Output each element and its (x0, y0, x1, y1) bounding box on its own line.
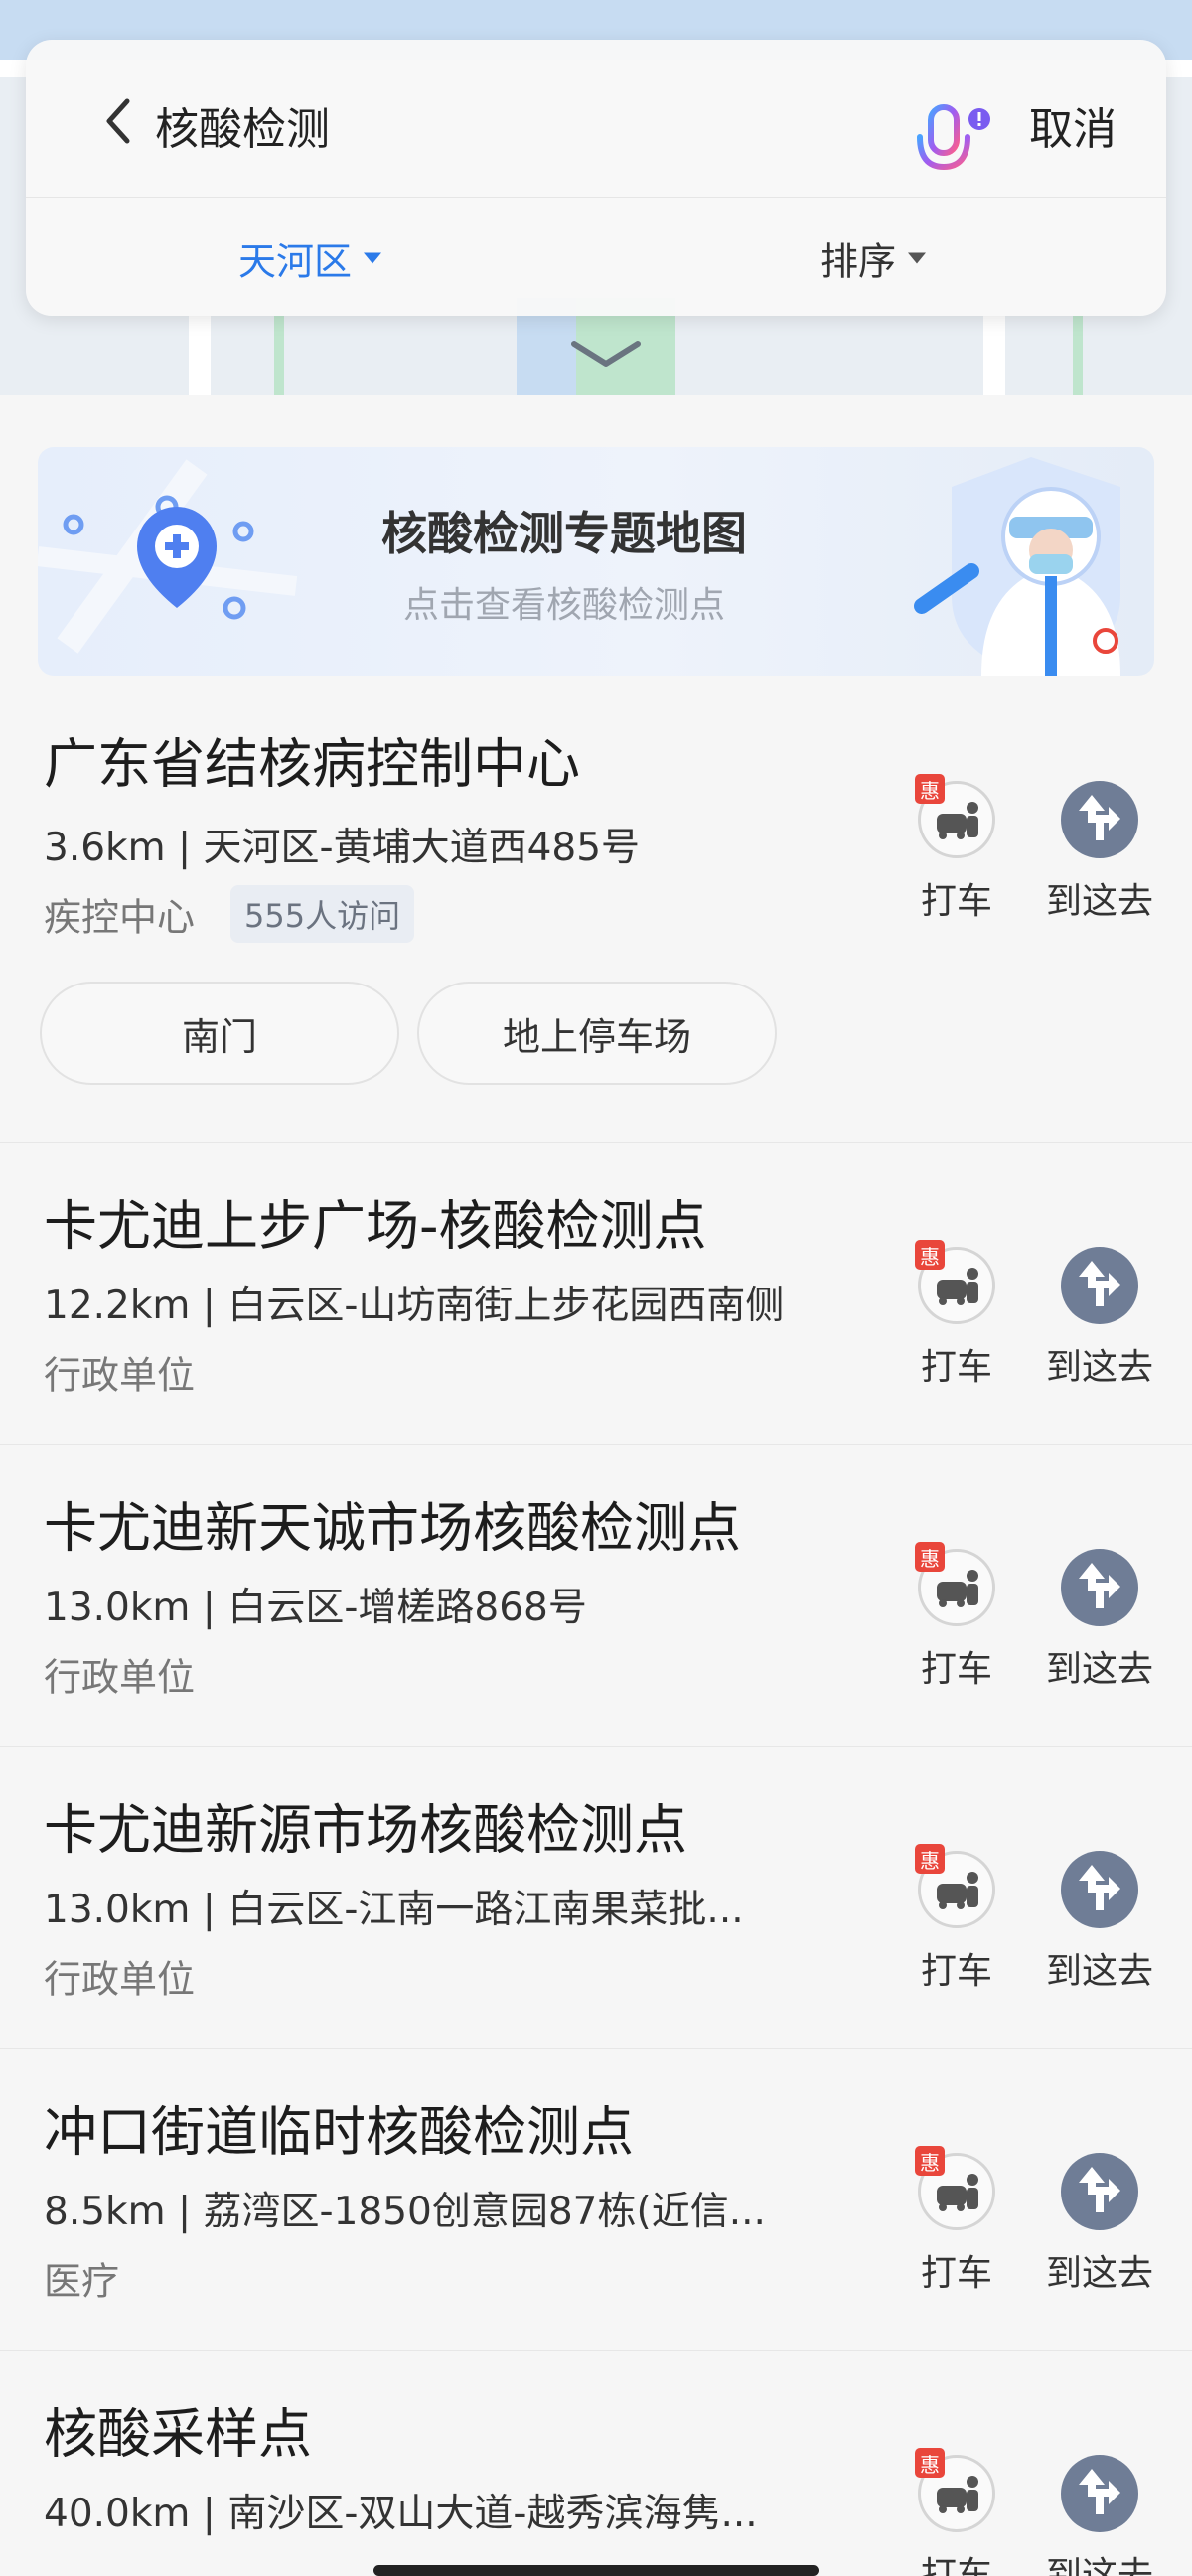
poi-name: 冲口街道临时核酸检测点 (44, 2100, 634, 2164)
navigate-button[interactable]: 到这去 (1045, 2153, 1154, 2296)
results-panel: 核酸检测专题地图 点击查看核酸检测点 广东省结核病控制中心 3.6km | 天河… (0, 395, 1192, 2576)
medical-worker-illustration-icon (914, 457, 1120, 676)
poi-category: 疾控中心 (44, 895, 196, 940)
poi-category: 行政单位 (44, 1353, 196, 1398)
collapse-handle-icon[interactable] (566, 334, 646, 374)
divider (26, 197, 1166, 198)
poi-category: 医疗 (44, 2259, 120, 2304)
home-indicator[interactable] (373, 2565, 819, 2576)
taxi-label: 打车 (920, 1347, 992, 1388)
map-illustration-icon (38, 459, 298, 654)
taxi-icon: 惠 (915, 1240, 995, 1324)
navigate-label: 到这去 (1045, 1649, 1153, 1690)
route-arrow-icon (1061, 2153, 1138, 2230)
poi-name: 卡尤迪新源市场核酸检测点 (44, 1798, 687, 1862)
gate-south-button[interactable]: 南门 (40, 982, 399, 1085)
taxi-label: 打车 (920, 881, 992, 922)
visits-badge: 555人访问 (230, 885, 415, 943)
taxi-icon: 惠 (915, 1844, 995, 1928)
poi-name: 核酸采样点 (44, 2402, 312, 2466)
list-item[interactable]: 卡尤迪新天诚市场核酸检测点 13.0km | 白云区-增槎路868号 行政单位 … (0, 1445, 1192, 1747)
chevron-left-icon (106, 98, 130, 144)
poi-name: 卡尤迪上步广场-核酸检测点 (44, 1194, 707, 1258)
route-arrow-icon (1061, 1851, 1138, 1928)
voice-search-button[interactable] (890, 77, 999, 187)
poi-category: 行政单位 (44, 1957, 196, 2002)
taxi-button[interactable]: 惠 打车 (902, 774, 1011, 924)
poi-name: 卡尤迪新天诚市场核酸检测点 (44, 1496, 741, 1560)
poi-address: 40.0km | 南沙区-双山大道-越秀滨海隽... (44, 2492, 758, 2536)
navigate-button[interactable]: 到这去 (1045, 1247, 1154, 1390)
taxi-label: 打车 (920, 1649, 992, 1690)
caret-down-icon (908, 252, 927, 264)
banner-subtitle: 点击查看核酸检测点 (402, 585, 725, 626)
taxi-icon: 惠 (915, 2146, 995, 2230)
navigate-button[interactable]: 到这去 (1045, 2455, 1154, 2576)
search-input[interactable]: 核酸检测 (155, 93, 330, 157)
navigate-label: 到这去 (1045, 2555, 1153, 2576)
poi-address: 13.0km | 白云区-江南一路江南果菜批... (44, 1888, 744, 1932)
navigate-label: 到这去 (1045, 2253, 1153, 2294)
taxi-button[interactable]: 惠 打车 (902, 1542, 1011, 1692)
taxi-label: 打车 (920, 2253, 992, 2294)
navigate-button[interactable]: 到这去 (1045, 781, 1154, 924)
taxi-button[interactable]: 惠 打车 (902, 2146, 1011, 2296)
navigate-label: 到这去 (1045, 1347, 1153, 1388)
route-arrow-icon (1061, 781, 1138, 858)
poi-name: 广东省结核病控制中心 (44, 732, 580, 796)
poi-address: 3.6km | 天河区-黄埔大道西485号 (44, 826, 641, 870)
district-filter-label: 天河区 (238, 239, 353, 284)
navigate-button[interactable]: 到这去 (1045, 1549, 1154, 1692)
navigate-button[interactable]: 到这去 (1045, 1851, 1154, 1994)
banner-title: 核酸检测专题地图 (381, 507, 747, 560)
poi-category: 行政单位 (44, 1655, 196, 1700)
route-arrow-icon (1061, 1549, 1138, 1626)
sort-filter[interactable]: 排序 (820, 231, 927, 286)
poi-address: 12.2km | 白云区-山坊南街上步花园西南侧 (44, 1284, 785, 1328)
back-button[interactable] (89, 91, 149, 151)
navigate-label: 到这去 (1045, 1951, 1153, 1992)
poi-address: 13.0km | 白云区-增槎路868号 (44, 1586, 587, 1630)
poi-address: 8.5km | 荔湾区-1850创意园87栋(近信... (44, 2190, 766, 2234)
taxi-icon: 惠 (915, 1542, 995, 1626)
search-header: 核酸检测 取消 天河区 排序 (26, 40, 1166, 316)
caret-down-icon (364, 252, 382, 264)
taxi-button[interactable]: 惠 打车 (902, 1844, 1011, 1994)
microphone-icon (917, 104, 990, 171)
district-filter[interactable]: 天河区 (238, 231, 382, 286)
taxi-label: 打车 (920, 1951, 992, 1992)
results-list: 广东省结核病控制中心 3.6km | 天河区-黄埔大道西485号 疾控中心 55… (0, 693, 1192, 2576)
list-item[interactable]: 广东省结核病控制中心 3.6km | 天河区-黄埔大道西485号 疾控中心 55… (0, 693, 1192, 1143)
list-item[interactable]: 卡尤迪新源市场核酸检测点 13.0km | 白云区-江南一路江南果菜批... 行… (0, 1747, 1192, 2049)
list-item[interactable]: 冲口街道临时核酸检测点 8.5km | 荔湾区-1850创意园87栋(近信...… (0, 2049, 1192, 2351)
taxi-icon: 惠 (915, 2448, 995, 2532)
taxi-icon: 惠 (915, 774, 995, 858)
taxi-button[interactable]: 惠 打车 (902, 1240, 1011, 1390)
taxi-button[interactable]: 惠 打车 (902, 2448, 1011, 2576)
navigate-label: 到这去 (1045, 881, 1153, 922)
covid-test-map-banner[interactable]: 核酸检测专题地图 点击查看核酸检测点 (38, 447, 1154, 676)
list-item[interactable]: 核酸采样点 40.0km | 南沙区-双山大道-越秀滨海隽... 惠 打车 到这… (0, 2351, 1192, 2576)
cancel-button[interactable]: 取消 (1029, 93, 1117, 157)
route-arrow-icon (1061, 1247, 1138, 1324)
sort-filter-label: 排序 (820, 239, 897, 284)
list-item[interactable]: 卡尤迪上步广场-核酸检测点 12.2km | 白云区-山坊南街上步花园西南侧 行… (0, 1143, 1192, 1445)
gate-parking-button[interactable]: 地上停车场 (417, 982, 777, 1085)
taxi-label: 打车 (920, 2555, 992, 2576)
route-arrow-icon (1061, 2455, 1138, 2532)
